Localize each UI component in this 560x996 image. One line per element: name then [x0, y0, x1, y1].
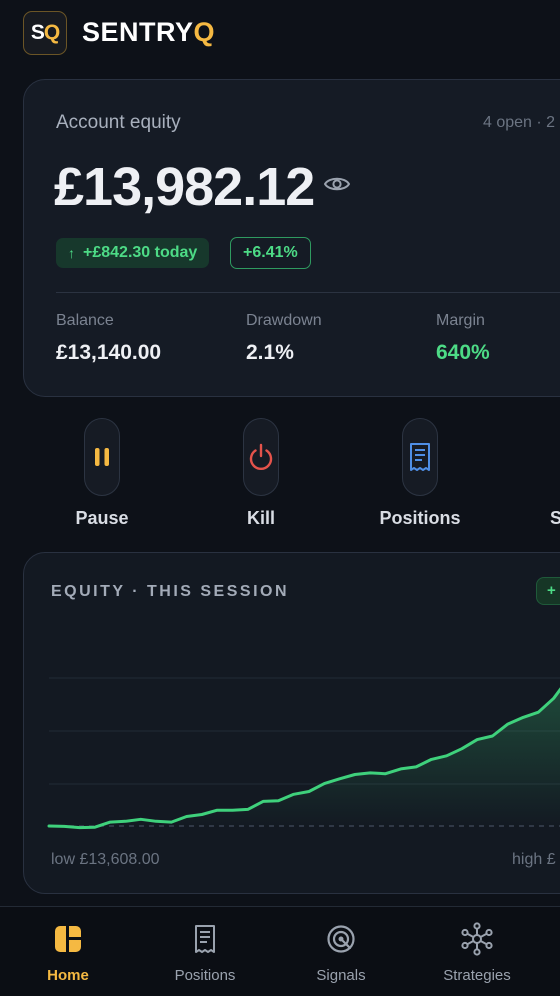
stat-balance: Balance £13,140.00: [56, 312, 161, 365]
percent-change-value: +6.41%: [243, 244, 298, 262]
bottom-nav: Home Positions Signals: [0, 906, 560, 996]
nav-label: Home: [8, 967, 128, 984]
stat-label: Balance: [56, 312, 161, 330]
home-icon: [54, 925, 82, 953]
logo-letter-q: Q: [44, 21, 59, 45]
eye-icon[interactable]: [324, 175, 350, 193]
pause-action[interactable]: Pause: [42, 418, 162, 529]
pause-icon: [93, 447, 111, 467]
chart-area-fill: [49, 678, 560, 828]
pause-button[interactable]: [84, 418, 120, 496]
nav-home[interactable]: Home: [8, 921, 128, 984]
chart-low-label: low £13,608.00: [51, 851, 160, 869]
nav-strategies[interactable]: Strategies: [417, 921, 537, 984]
receipt-icon: [192, 924, 218, 954]
target-icon: [326, 924, 356, 954]
stat-value: 2.1%: [246, 341, 322, 365]
pause-label: Pause: [42, 508, 162, 529]
nav-label: Positions: [145, 967, 265, 984]
equity-value: £13,982.12: [54, 156, 314, 218]
today-change-value: +£842.30 today: [83, 244, 197, 262]
equity-chart: [24, 553, 560, 894]
brand-accent: Q: [194, 17, 216, 47]
chart-high-label: high £: [512, 851, 556, 869]
kill-action[interactable]: Kill: [201, 418, 321, 529]
stat-drawdown: Drawdown 2.1%: [246, 312, 322, 365]
nav-label: Strategies: [417, 967, 537, 984]
kill-button[interactable]: [243, 418, 279, 496]
card-divider: [56, 292, 560, 293]
kill-label: Kill: [201, 508, 321, 529]
brand-name: SENTRYQ: [82, 17, 215, 48]
stat-value: 640%: [436, 341, 490, 365]
strategies-action[interactable]: S: [490, 418, 560, 529]
positions-button[interactable]: [402, 418, 438, 496]
arrow-up-icon: ↑: [68, 245, 75, 261]
stat-label: Margin: [436, 312, 490, 330]
logo-letter-s: S: [31, 21, 44, 45]
percent-change-badge: +6.41%: [230, 237, 311, 269]
strategies-action-label: S: [490, 508, 560, 529]
nav-positions[interactable]: Positions: [145, 921, 265, 984]
stat-label: Drawdown: [246, 312, 322, 330]
app-logo[interactable]: SQ: [23, 11, 67, 55]
positions-action[interactable]: Positions: [360, 418, 480, 529]
stat-value: £13,140.00: [56, 341, 161, 365]
positions-label: Positions: [360, 508, 480, 529]
brand-main: SENTRY: [82, 17, 194, 47]
receipt-icon: [407, 442, 433, 472]
nav-label: Signals: [281, 967, 401, 984]
equity-label: Account equity: [56, 112, 181, 134]
account-equity-card: Account equity 4 open · 2 £13,982.12 ↑ +…: [23, 79, 560, 397]
stat-margin: Margin 640%: [436, 312, 490, 365]
app-header: SQ SENTRYQ: [0, 0, 560, 70]
power-icon: [248, 443, 274, 471]
today-change-badge: ↑ +£842.30 today: [56, 238, 209, 268]
open-positions-meta: 4 open · 2: [483, 114, 555, 132]
nav-signals[interactable]: Signals: [281, 921, 401, 984]
equity-chart-card: EQUITY · THIS SESSION + low £13,608.00 h…: [23, 552, 560, 894]
network-icon: [460, 922, 494, 956]
